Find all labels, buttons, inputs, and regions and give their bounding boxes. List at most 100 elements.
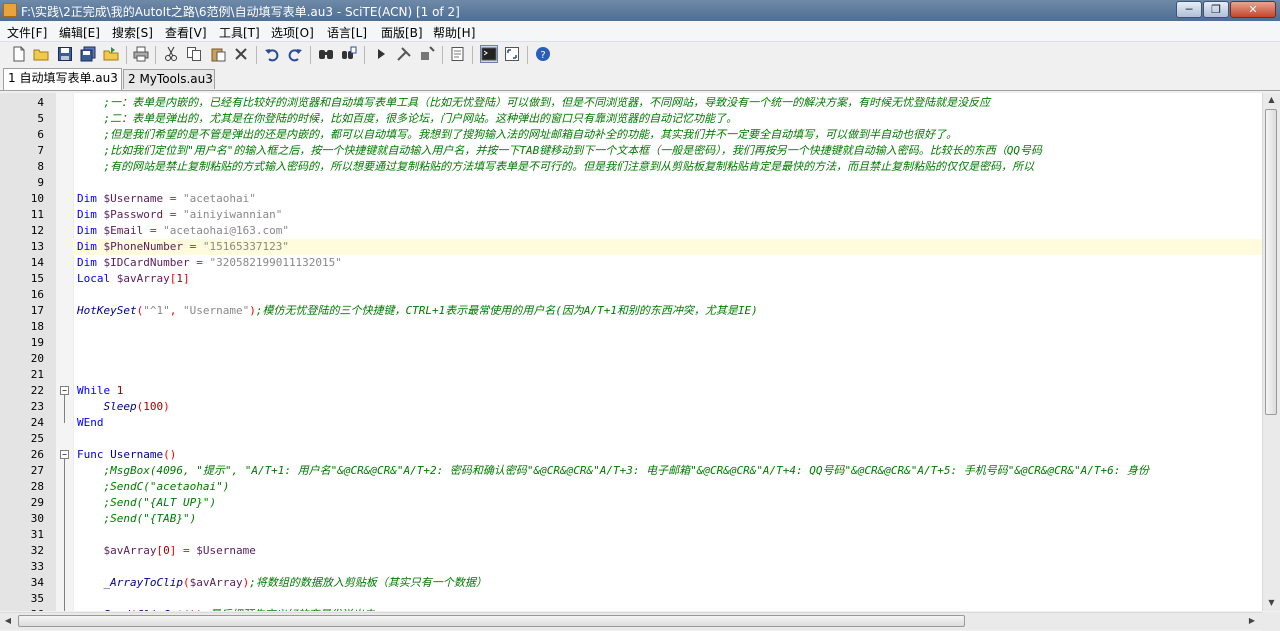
code-token: "15165337123" xyxy=(202,240,289,253)
build-icon[interactable] xyxy=(396,46,412,62)
paste-icon[interactable] xyxy=(210,46,226,62)
scite-app-icon xyxy=(3,3,17,17)
menu-options[interactable]: 选项[O] xyxy=(271,24,314,41)
undo-icon[interactable] xyxy=(264,46,280,62)
menu-language[interactable]: 语言[L] xyxy=(327,24,367,41)
replace-icon[interactable] xyxy=(341,46,357,62)
code-line[interactable]: While 1 xyxy=(77,383,123,399)
find-icon[interactable] xyxy=(318,46,334,62)
scroll-left-icon[interactable]: ◀ xyxy=(2,616,14,625)
horizontal-scroll-thumb[interactable] xyxy=(18,615,965,627)
line-number: 35 xyxy=(30,592,44,605)
line-number: 27 xyxy=(30,464,44,477)
code-line[interactable]: ;二：表单是弹出的，尤其是在你登陆的时候，比如百度，很多论坛，门户网站。这种弹出… xyxy=(77,111,737,127)
menu-file[interactable]: 文件[F] xyxy=(7,24,47,41)
copy-icon[interactable] xyxy=(186,46,202,62)
code-line[interactable]: HotKeySet("^1", "Username");模仿无忧登陆的三个快捷键… xyxy=(77,303,758,319)
menu-search[interactable]: 搜索[S] xyxy=(112,24,153,41)
fold-toggle-icon[interactable]: − xyxy=(60,450,69,459)
code-token: = xyxy=(143,224,164,237)
code-token: ;比如我们定位到"用户名"的输入框之后，按一个快捷键就自动输入用户名，并按一下T… xyxy=(77,144,1042,157)
code-line[interactable]: Dim $Password = "ainiyiwannian" xyxy=(77,207,282,223)
code-area[interactable]: ;一：表单是内嵌的，已经有比较好的浏览器和自动填写表单工具（比如无忧登陆）可以做… xyxy=(73,93,1262,611)
code-line[interactable]: WEnd xyxy=(77,415,104,431)
code-token: = xyxy=(189,256,210,269)
code-line[interactable]: ;Send("{ALT UP}") xyxy=(77,495,216,511)
toolbar-separator xyxy=(256,46,257,64)
tab-autofill-form[interactable]: 1 自动填写表单.au3 xyxy=(3,68,122,90)
scroll-down-icon[interactable]: ▼ xyxy=(1263,598,1280,607)
code-token: () xyxy=(163,448,177,461)
code-line[interactable]: Local $avArray[1] xyxy=(77,271,190,287)
code-line[interactable]: ;MsgBox(4096, "提示", "A/T+1: 用户名"&@CR&@CR… xyxy=(77,463,1148,479)
code-line[interactable]: ;一：表单是内嵌的，已经有比较好的浏览器和自动填写表单工具（比如无忧登陆）可以做… xyxy=(77,95,990,111)
open-recent-icon[interactable] xyxy=(103,46,119,62)
compile-icon[interactable] xyxy=(419,46,435,62)
line-number: 5 xyxy=(37,112,44,125)
code-token: "Username" xyxy=(182,304,250,317)
redo-icon[interactable] xyxy=(287,46,303,62)
code-line[interactable]: Dim $PhoneNumber = "15165337123" xyxy=(77,239,289,255)
save-icon[interactable] xyxy=(57,46,73,62)
menu-view[interactable]: 查看[V] xyxy=(165,24,207,41)
cut-icon[interactable] xyxy=(163,46,179,62)
line-number: 4 xyxy=(37,96,44,109)
vertical-scroll-thumb[interactable] xyxy=(1265,109,1277,415)
minimize-button[interactable]: ─ xyxy=(1176,1,1202,18)
code-token: $avArray xyxy=(103,544,157,557)
line-number: 10 xyxy=(30,192,44,205)
properties-icon[interactable] xyxy=(450,46,466,62)
code-line[interactable]: Send(ClipGet());最后把预先定义好的变量发送出去 xyxy=(77,607,375,611)
code-token: ( xyxy=(130,608,137,611)
line-number: 20 xyxy=(30,352,44,365)
vertical-scrollbar[interactable]: ▲ ▼ xyxy=(1262,93,1280,611)
line-number: 16 xyxy=(30,288,44,301)
scroll-right-icon[interactable]: ▶ xyxy=(1246,616,1258,625)
code-token: 100 xyxy=(143,400,164,413)
code-editor[interactable]: 4 5 6 7 8 9 10 11 12 13 14 15 16 17 18 19 20 21 22 23 24 25 26… xyxy=(0,93,1262,611)
toolbar-separator xyxy=(527,46,528,64)
new-file-icon[interactable] xyxy=(11,46,27,62)
code-line[interactable]: Dim $IDCardNumber = "320582199011132015" xyxy=(77,255,342,271)
code-token: Username xyxy=(110,448,164,461)
fold-margin[interactable] xyxy=(56,93,74,611)
code-token: ( xyxy=(182,576,190,589)
fold-toggle-icon[interactable]: − xyxy=(60,386,69,395)
code-token: ()) xyxy=(183,608,203,611)
code-line[interactable]: Dim $Username = "acetaohai" xyxy=(77,191,256,207)
code-line[interactable]: Sleep(100) xyxy=(77,399,170,415)
menu-help[interactable]: 帮助[H] xyxy=(433,24,475,41)
console-icon[interactable] xyxy=(480,45,498,63)
code-token: $Username xyxy=(103,192,164,205)
menu-tools[interactable]: 工具[T] xyxy=(219,24,260,41)
code-line[interactable]: ;比如我们定位到"用户名"的输入框之后，按一个快捷键就自动输入用户名，并按一下T… xyxy=(77,143,1042,159)
code-line[interactable]: ;但是我们希望的是不管是弹出的还是内嵌的，都可以自动填写。我想到了搜狗输入法的网… xyxy=(77,127,957,143)
code-line[interactable]: ;SendC("acetaohai") xyxy=(77,479,229,495)
fullscreen-icon[interactable] xyxy=(504,46,520,62)
maximize-button[interactable]: ❐ xyxy=(1203,1,1229,18)
menu-buffers[interactable]: 面版[B] xyxy=(381,24,423,41)
scroll-up-icon[interactable]: ▲ xyxy=(1263,95,1280,104)
tab-mytools[interactable]: 2 MyTools.au3 xyxy=(123,69,215,89)
code-line[interactable]: _ArrayToClip($avArray);将数组的数据放入剪贴板（其实只有一… xyxy=(77,575,487,591)
menu-bar: 文件[F] 编辑[E] 搜索[S] 查看[V] 工具[T] 选项[O] 语言[L… xyxy=(0,21,1280,42)
save-all-icon[interactable] xyxy=(80,46,96,62)
code-token: "^1" xyxy=(143,304,170,317)
delete-icon[interactable] xyxy=(233,46,249,62)
print-icon[interactable] xyxy=(133,46,149,62)
code-line[interactable]: ;有的网站是禁止复制粘贴的方式输入密码的，所以想要通过复制粘贴的方法填写表单是不… xyxy=(77,159,1034,175)
close-button[interactable]: ✕ xyxy=(1230,1,1276,18)
code-line[interactable]: $avArray[0] = $Username xyxy=(77,543,256,559)
code-line[interactable]: ;Send("{TAB}") xyxy=(77,511,196,527)
code-line[interactable]: Func Username() xyxy=(77,447,176,463)
horizontal-scrollbar[interactable]: ◀ ▶ xyxy=(0,612,1262,630)
code-line[interactable]: Dim $Email = "acetaohai@163.com" xyxy=(77,223,289,239)
run-icon[interactable] xyxy=(373,46,389,62)
help-icon[interactable]: ? xyxy=(535,46,551,62)
svg-text:?: ? xyxy=(540,50,545,61)
line-number: 19 xyxy=(30,336,44,349)
line-number: 21 xyxy=(30,368,44,381)
open-folder-icon[interactable] xyxy=(33,46,49,62)
menu-edit[interactable]: 编辑[E] xyxy=(59,24,100,41)
